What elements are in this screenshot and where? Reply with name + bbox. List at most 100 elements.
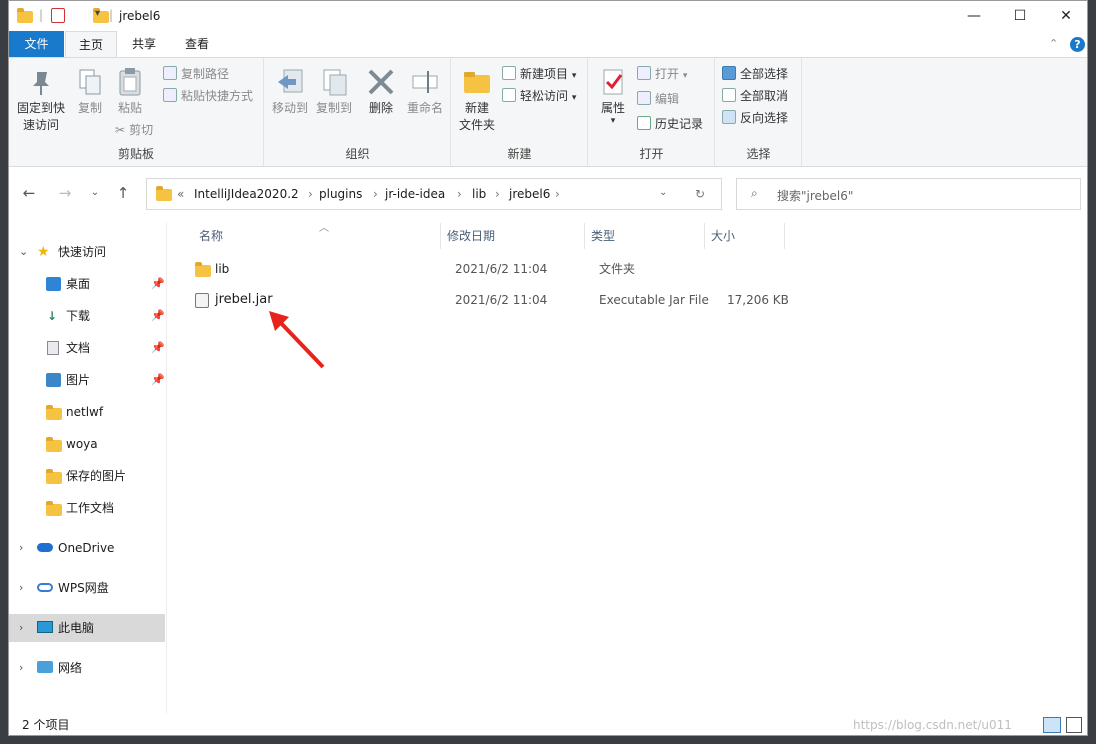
rename-button[interactable]: 重命名 [403, 66, 447, 117]
tab-file[interactable]: 文件 [9, 31, 64, 57]
sidebar-item-saved-pictures[interactable]: 保存的图片 [9, 462, 165, 490]
copy-label: 复制 [77, 101, 102, 115]
edit-button[interactable]: 编辑 [637, 89, 679, 109]
breadcrumb-item[interactable]: jrebel6 [509, 187, 550, 201]
new-folder-button[interactable]: 新建 文件夹 [456, 66, 498, 134]
maximize-button[interactable]: ☐ [997, 1, 1043, 31]
chevron-right-icon[interactable]: › [19, 654, 23, 682]
cloud-icon [37, 543, 53, 552]
column-divider[interactable] [584, 223, 585, 249]
copy-to-label: 复制到 [315, 101, 352, 115]
pin-quick-access-button[interactable]: 固定到快速访问 [13, 66, 69, 134]
customize-toolbar-icon[interactable]: ▾ [95, 8, 100, 24]
refresh-icon[interactable]: ↻ [695, 187, 705, 201]
paste-shortcut-button[interactable]: 粘贴快捷方式 [163, 86, 253, 106]
open-group-label: 打开 [639, 147, 664, 161]
easy-access-button[interactable]: 轻松访问 ▾ [502, 86, 576, 106]
paste-button[interactable]: 粘贴 [111, 66, 149, 117]
delete-button[interactable]: 删除 [363, 66, 399, 117]
search-box[interactable]: ⌕ 搜索"jrebel6" [736, 178, 1081, 210]
sidebar-item-onedrive[interactable]: › OneDrive [9, 534, 165, 562]
properties-button[interactable]: 属性 ▾ [593, 66, 633, 126]
copy-path-label: 复制路径 [181, 67, 230, 81]
up-button[interactable]: ↑ [113, 183, 133, 203]
history-icon [637, 116, 651, 130]
sidebar-item-quick-access[interactable]: ⌄ ★ 快速访问 [9, 238, 165, 266]
copy-to-button[interactable]: 复制到 [313, 66, 355, 117]
address-bar[interactable]: « IntelliJIdea2020.2 › plugins › jr-ide-… [146, 178, 722, 210]
tab-share[interactable]: 共享 [121, 31, 167, 57]
copy-icon [74, 66, 106, 98]
breadcrumb-item[interactable]: lib [472, 187, 486, 201]
sidebar-item-downloads[interactable]: ↓ 下载 📌 [9, 302, 165, 330]
sidebar-item-work-docs[interactable]: 工作文档 [9, 494, 165, 522]
breadcrumb-item[interactable]: plugins [319, 187, 362, 201]
select-all-label: 全部选择 [740, 67, 789, 81]
new-item-button[interactable]: 新建项目 ▾ [502, 64, 576, 84]
folder-icon [17, 8, 33, 23]
easy-access-icon [502, 88, 516, 102]
chevron-right-icon[interactable]: › [373, 187, 378, 201]
file-list: ︿ 名称 修改日期 类型 大小 lib 2021/6/2 11:04 文件夹 j… [167, 223, 1087, 713]
close-button[interactable]: ✕ [1043, 1, 1087, 31]
breadcrumb-item[interactable]: IntelliJIdea2020.2 [194, 187, 299, 201]
open-button[interactable]: 打开 ▾ [637, 64, 687, 84]
large-icons-view-icon[interactable] [1066, 717, 1082, 733]
forward-button[interactable]: → [55, 183, 75, 203]
sidebar-item-wps[interactable]: › WPS网盘 [9, 574, 165, 602]
address-dropdown-icon[interactable]: ⌄ [659, 187, 667, 198]
chevron-right-icon[interactable]: › [457, 187, 462, 201]
sidebar-item-desktop[interactable]: 桌面 📌 [9, 270, 165, 298]
invert-selection-button[interactable]: 反向选择 [722, 108, 788, 128]
search-input[interactable]: 搜索"jrebel6" [777, 187, 853, 204]
sidebar-item-this-pc[interactable]: › 此电脑 [9, 614, 165, 642]
column-header-name[interactable]: 名称 [199, 223, 223, 249]
back-button[interactable]: ← [19, 183, 39, 203]
column-header-date[interactable]: 修改日期 [447, 223, 495, 249]
chevron-right-icon[interactable]: › [555, 187, 560, 201]
chevron-down-icon[interactable]: ⌄ [19, 238, 28, 266]
chevron-right-icon[interactable]: › [495, 187, 500, 201]
chevron-right-icon[interactable]: › [19, 534, 23, 562]
move-to-button[interactable]: 移动到 [269, 66, 311, 117]
column-divider[interactable] [440, 223, 441, 249]
chevron-right-icon[interactable]: › [308, 187, 313, 201]
clipboard-group: 固定到快速访问 复制 粘贴 复制路径 粘贴快捷方式 ✂ 剪切 剪贴板 [9, 58, 264, 166]
tab-home[interactable]: 主页 [65, 31, 117, 57]
details-view-icon[interactable] [1043, 717, 1061, 733]
sidebar-item-label: 下载 [66, 309, 91, 323]
help-icon[interactable]: ? [1070, 37, 1085, 52]
sidebar-item-woya[interactable]: woya [9, 430, 165, 458]
select-all-button[interactable]: 全部选择 [722, 64, 788, 84]
cut-button[interactable]: ✂ 剪切 [115, 120, 153, 140]
select-none-button[interactable]: 全部取消 [722, 86, 788, 106]
column-divider[interactable] [784, 223, 785, 249]
sidebar-item-documents[interactable]: 文档 📌 [9, 334, 165, 362]
sidebar-item-netlwf[interactable]: netlwf [9, 398, 165, 426]
column-header-size[interactable]: 大小 [711, 223, 735, 249]
sidebar-item-pictures[interactable]: 图片 📌 [9, 366, 165, 394]
chevron-right-icon[interactable]: › [19, 574, 23, 602]
chevron-right-icon[interactable]: › [19, 614, 23, 642]
column-divider[interactable] [704, 223, 705, 249]
file-type: Executable Jar File [599, 293, 709, 307]
breadcrumb-item[interactable]: jr-ide-idea [385, 187, 445, 201]
tab-view[interactable]: 查看 [173, 31, 221, 57]
pin-icon: 📌 [151, 277, 165, 290]
column-header-type[interactable]: 类型 [591, 223, 615, 249]
history-button[interactable]: 历史记录 [637, 114, 703, 134]
collapse-ribbon-icon[interactable]: ⌃ [1049, 37, 1058, 50]
breadcrumb-overflow[interactable]: « [177, 187, 184, 201]
file-row[interactable]: lib 2021/6/2 11:04 文件夹 [183, 255, 943, 283]
minimize-button[interactable]: — [951, 1, 997, 31]
copy-button[interactable]: 复制 [71, 66, 109, 117]
file-date: 2021/6/2 11:04 [455, 262, 548, 276]
select-none-label: 全部取消 [740, 89, 789, 103]
recent-locations-icon[interactable]: ⌄ [85, 183, 105, 203]
properties-icon[interactable] [51, 8, 65, 23]
copy-path-button[interactable]: 复制路径 [163, 64, 229, 84]
sidebar-item-network[interactable]: › 网络 [9, 654, 165, 682]
select-group: 全部选择 全部取消 反向选择 选择 [716, 58, 802, 166]
computer-icon [37, 621, 53, 633]
clipboard-group-label: 剪贴板 [117, 147, 154, 161]
